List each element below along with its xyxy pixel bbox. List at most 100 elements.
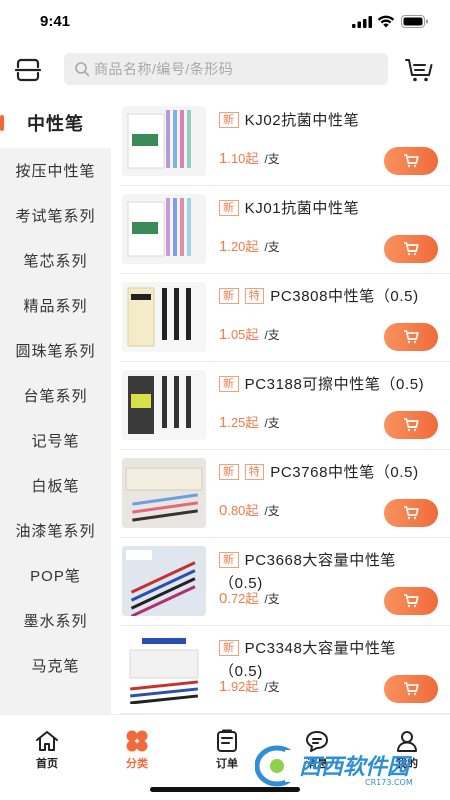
watermark-logo: 西西软件园 CR173.COM [255, 745, 413, 787]
cart-icon [404, 506, 419, 520]
cart-list-icon [405, 59, 433, 82]
product-item[interactable]: 新特 PC3768中性笔（0.5) 0.80起/支 [120, 450, 450, 538]
tab-category[interactable]: 分类 [107, 729, 167, 771]
price-suffix: 起 [245, 239, 259, 254]
product-title: 新特 PC3808中性笔（0.5) [219, 285, 439, 308]
tag-new: 新 [219, 200, 239, 216]
price-decimal: .25 [227, 415, 246, 430]
add-to-cart-button[interactable] [384, 587, 438, 615]
home-indicator [150, 787, 300, 792]
product-name: KJ01抗菌中性笔 [244, 200, 360, 217]
sidebar-item-refill[interactable]: 笔芯系列 [0, 238, 111, 283]
scan-button[interactable] [13, 55, 43, 85]
svg-text:西西软件园: 西西软件园 [299, 755, 413, 780]
price-decimal: .80 [227, 503, 246, 518]
sidebar-item-label: 白板笔 [31, 478, 80, 495]
search-placeholder: 商品名称/编号/条形码 [94, 61, 234, 77]
sidebar-item-label: 台笔系列 [23, 388, 88, 405]
tag-new: 新 [219, 376, 239, 392]
product-title: 新 PC3188可擦中性笔（0.5) [219, 373, 439, 396]
sidebar-item-exam-pen[interactable]: 考试笔系列 [0, 193, 111, 238]
status-bar: 9:41 [0, 0, 450, 44]
price-suffix: 起 [245, 591, 259, 606]
product-title: 新 KJ02抗菌中性笔 [219, 109, 439, 132]
product-price: 1.05起/支 [219, 324, 280, 343]
tag-new: 新 [219, 112, 239, 128]
product-price: 1.10起/支 [219, 148, 280, 167]
sidebar-item-pop[interactable]: POP笔 [0, 553, 111, 598]
sidebar-item-marker[interactable]: 记号笔 [0, 418, 111, 463]
sidebar-item-label: 马克笔 [31, 658, 80, 675]
tab-orders[interactable]: 订单 [197, 729, 257, 771]
product-item[interactable]: 新 PC3348大容量中性笔（0.5) 1.92起/支 [120, 626, 450, 714]
cellular-signal-icon [352, 16, 372, 28]
tag-special: 特 [244, 288, 265, 304]
add-to-cart-button[interactable] [384, 147, 438, 175]
price-unit: /支 [264, 680, 280, 694]
tab-label: 订单 [216, 758, 238, 770]
add-to-cart-button[interactable] [384, 411, 438, 439]
price-unit: /支 [264, 328, 280, 342]
product-image [122, 546, 206, 616]
cart-button[interactable] [403, 55, 435, 85]
add-to-cart-button[interactable] [384, 675, 438, 703]
add-to-cart-button[interactable] [384, 323, 438, 351]
product-price: 1.25起/支 [219, 412, 280, 431]
product-name: PC3808中性笔（0.5) [270, 288, 419, 305]
sidebar-item-label: 中性笔 [27, 114, 84, 134]
sidebar-item-paint-pen[interactable]: 油漆笔系列 [0, 508, 111, 553]
price-decimal: .72 [227, 591, 246, 606]
product-item[interactable]: 新 KJ02抗菌中性笔 1.10起/支 [120, 98, 450, 186]
add-to-cart-button[interactable] [384, 235, 438, 263]
product-name: PC3768中性笔（0.5) [270, 464, 419, 481]
sidebar-item-zhongxingbi[interactable]: 中性笔 [0, 98, 111, 148]
add-to-cart-button[interactable] [384, 499, 438, 527]
search-input[interactable]: 商品名称/编号/条形码 [64, 53, 388, 85]
sidebar-item-ballpoint[interactable]: 圆珠笔系列 [0, 328, 111, 373]
sidebar-item-label: 墨水系列 [23, 613, 88, 630]
scan-icon [15, 58, 41, 82]
sidebar-item-label: 圆珠笔系列 [15, 343, 96, 360]
price-unit: /支 [264, 592, 280, 606]
sidebar-item-whiteboard[interactable]: 白板笔 [0, 463, 111, 508]
cart-icon [404, 594, 419, 608]
header: 商品名称/编号/条形码 [0, 44, 450, 96]
product-item[interactable]: 新 KJ01抗菌中性笔 1.20起/支 [120, 186, 450, 274]
price-unit: /支 [264, 240, 280, 254]
product-price: 1.92起/支 [219, 676, 280, 695]
product-item[interactable]: 新特 PC3808中性笔（0.5) 1.05起/支 [120, 274, 450, 362]
tab-label: 首页 [36, 758, 58, 770]
product-title: 新特 PC3768中性笔（0.5) [219, 461, 439, 484]
tab-home[interactable]: 首页 [17, 729, 77, 771]
product-list: 新 KJ02抗菌中性笔 1.10起/支 新 KJ01抗菌中性笔 1.20起/支 [111, 98, 450, 714]
product-image [122, 194, 206, 264]
product-name: PC3668大容量中性笔（0.5) [219, 552, 397, 592]
product-price: 0.80起/支 [219, 500, 280, 519]
svg-text:CR173.COM: CR173.COM [365, 778, 413, 787]
cart-icon [404, 330, 419, 344]
price-suffix: 起 [245, 415, 259, 430]
sidebar-item-label: 考试笔系列 [15, 208, 96, 225]
tab-label: 分类 [126, 758, 148, 770]
product-image [122, 458, 206, 528]
price-unit: /支 [264, 152, 280, 166]
product-item[interactable]: 新 PC3188可擦中性笔（0.5) 1.25起/支 [120, 362, 450, 450]
price-unit: /支 [264, 504, 280, 518]
sidebar-item-art-marker[interactable]: 马克笔 [0, 643, 111, 688]
sidebar-item-premium[interactable]: 精品系列 [0, 283, 111, 328]
sidebar-item-ink[interactable]: 墨水系列 [0, 598, 111, 643]
tag-new: 新 [219, 640, 239, 656]
product-item[interactable]: 新 PC3668大容量中性笔（0.5) 0.72起/支 [120, 538, 450, 626]
battery-icon [401, 15, 428, 28]
tag-new: 新 [219, 552, 239, 568]
sidebar-item-press-pen[interactable]: 按压中性笔 [0, 148, 111, 193]
price-decimal: .92 [227, 679, 246, 694]
product-name: PC3188可擦中性笔（0.5) [244, 376, 425, 393]
tag-special: 特 [244, 464, 265, 480]
sidebar-item-label: 按压中性笔 [15, 163, 96, 180]
product-image [122, 282, 206, 352]
price-suffix: 起 [245, 679, 259, 694]
product-image [122, 370, 206, 440]
sidebar-item-label: 笔芯系列 [23, 253, 88, 270]
sidebar-item-desk-pen[interactable]: 台笔系列 [0, 373, 111, 418]
